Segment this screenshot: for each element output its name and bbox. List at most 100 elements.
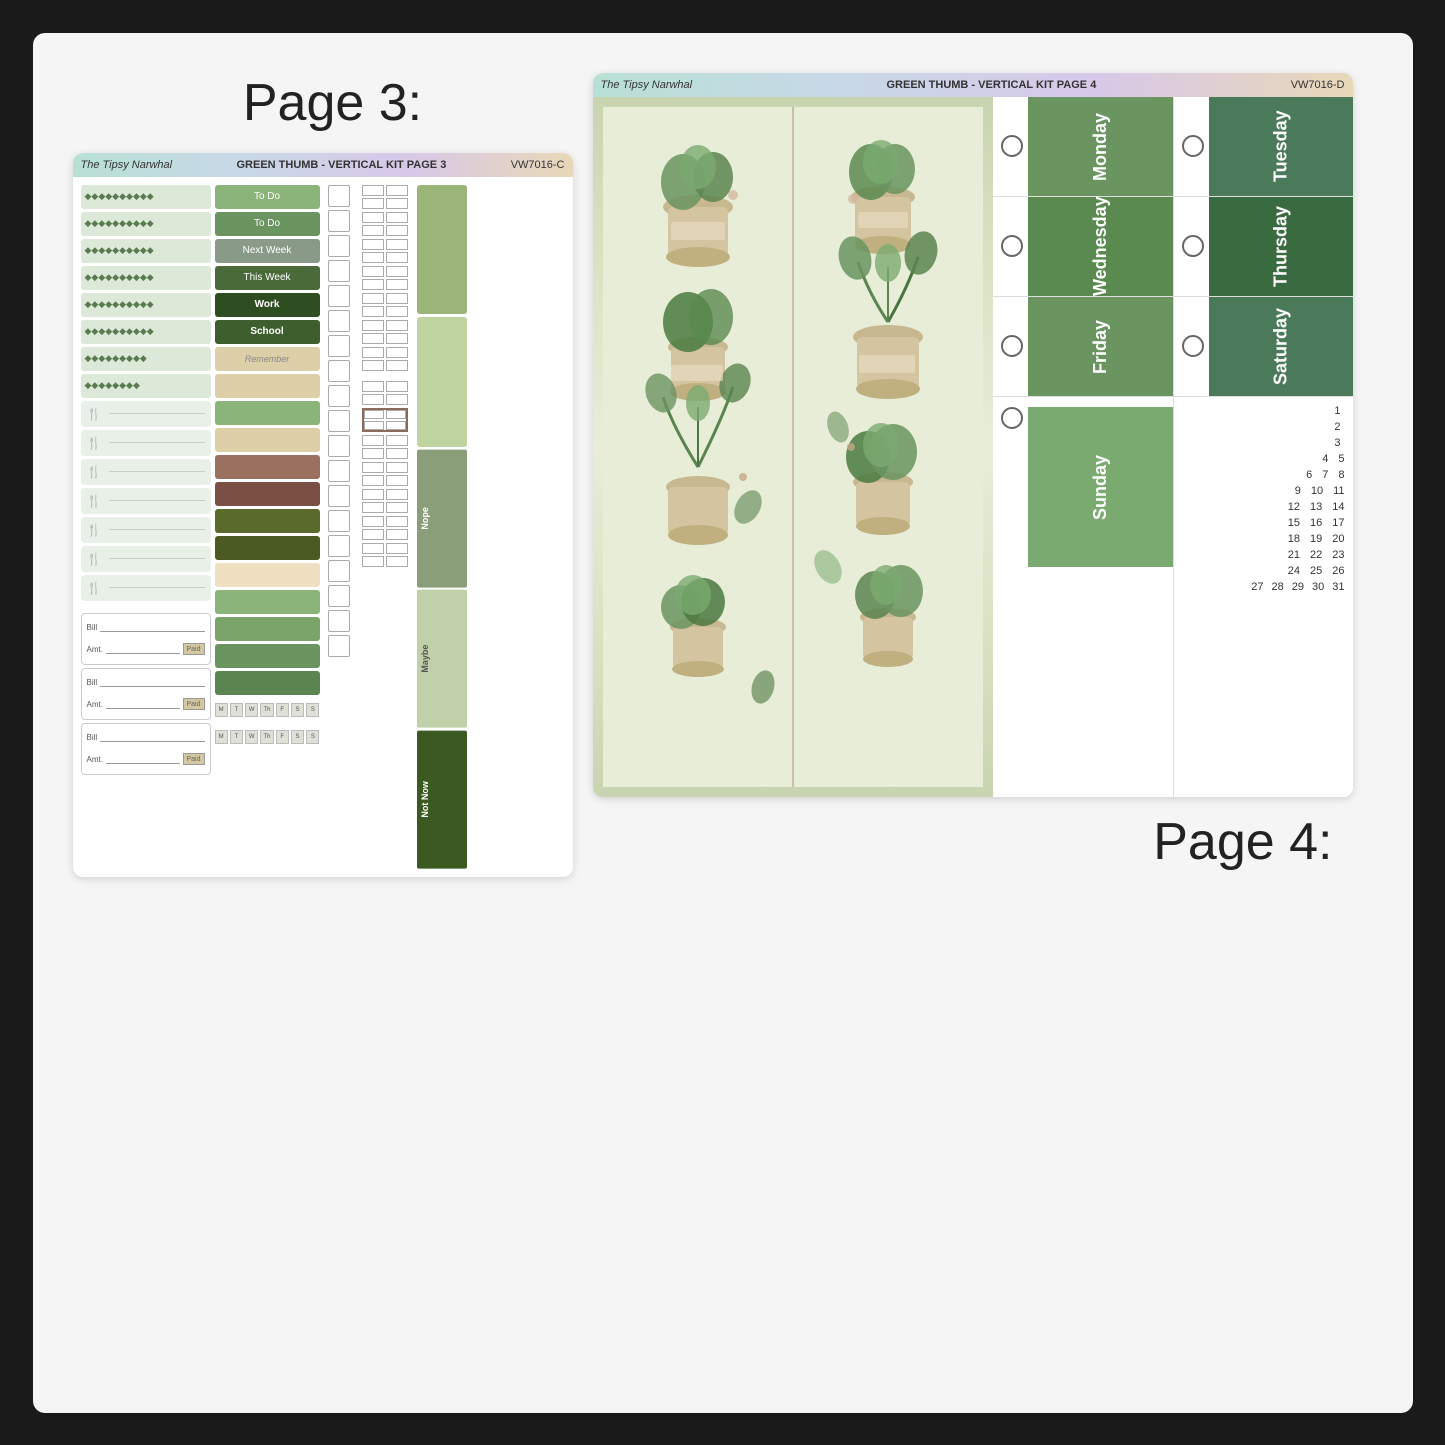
friday-label: Friday: [1028, 297, 1173, 396]
row-sun-cal: Sunday 1 2 3 45: [993, 397, 1353, 797]
main-container: Page 3: The Tipsy Narwhal GREEN THUMB - …: [33, 33, 1413, 1413]
thursday-label: Thursday: [1209, 197, 1353, 296]
page3-body: ◆◆◆◆◆◆◆◆◆◆ ◆◆◆◆◆◆◆◆◆◆ ◆◆◆◆◆◆◆◆◆◆ ◆◆◆◆◆◆◆…: [73, 177, 573, 877]
label-brown-2: [215, 482, 320, 506]
wednesday-label: Wednesday: [1028, 197, 1173, 296]
page3-sheet: The Tipsy Narwhal GREEN THUMB - VERTICAL…: [73, 153, 573, 877]
grid-cb-11: [362, 489, 408, 513]
fork-row-5: 🍴: [81, 517, 211, 543]
label-olive-1: [215, 509, 320, 533]
page3-title: Page 3:: [243, 73, 422, 133]
sunday-cell: Sunday: [993, 397, 1173, 797]
cal-row-7: 121314: [1182, 501, 1345, 513]
label-green-5: [215, 671, 320, 695]
droplet-row-6: ◆◆◆◆◆◆◆◆◆◆: [81, 320, 211, 344]
mini-calendar: 1 2 3 45 678 91011: [1173, 397, 1353, 797]
friday-cell: Friday: [993, 297, 1173, 397]
monday-cell: Monday: [993, 97, 1173, 197]
checkbox-6: [328, 310, 350, 332]
label-cream: [215, 563, 320, 587]
botanical-illustration: [593, 97, 993, 797]
row-mon-tue: Monday Tuesday: [993, 97, 1353, 197]
wednesday-cell: Wednesday: [993, 197, 1173, 297]
monday-circle: [1001, 135, 1023, 157]
col-single-checkboxes: [324, 185, 354, 869]
fork-row-4: 🍴: [81, 488, 211, 514]
droplet-row-8: ◆◆◆◆◆◆◆◆: [81, 374, 211, 398]
checkbox-3: [328, 235, 350, 257]
wednesday-circle: [1001, 235, 1023, 257]
checkbox-19: [328, 635, 350, 657]
label-green-l-1: [215, 401, 320, 425]
grid-cb-10: [362, 462, 408, 486]
cal-row-1: 1: [1182, 405, 1345, 417]
saturday-cell: Saturday: [1173, 297, 1353, 397]
label-tan-2: [215, 428, 320, 452]
friday-circle: [1001, 335, 1023, 357]
cal-row-9: 181920: [1182, 533, 1345, 545]
calendar-numbers: 1 2 3 45 678 91011: [1182, 405, 1345, 593]
sunday-circle: [1001, 407, 1023, 429]
col-grid-checkboxes: [358, 185, 413, 869]
label-work: Work: [215, 293, 320, 317]
label-olive-2: [215, 536, 320, 560]
tuesday-cell: Tuesday: [1173, 97, 1353, 197]
droplet-row-2: ◆◆◆◆◆◆◆◆◆◆: [81, 212, 211, 236]
label-next-week: Next Week: [215, 239, 320, 263]
page4-sheet: The Tipsy Narwhal GREEN THUMB - VERTICAL…: [593, 73, 1353, 797]
checkbox-18: [328, 610, 350, 632]
page3-section: Page 3: The Tipsy Narwhal GREEN THUMB - …: [73, 73, 593, 877]
bill-sticker-2: Bill Amt. Paid: [81, 668, 211, 720]
checkbox-16: [328, 560, 350, 582]
sunday-label: Sunday: [1028, 407, 1173, 567]
page4-header: The Tipsy Narwhal GREEN THUMB - VERTICAL…: [593, 73, 1353, 97]
sticker-nope: Nope: [417, 450, 467, 588]
droplet-row-7: ◆◆◆◆◆◆◆◆◆: [81, 347, 211, 371]
grid-cb-8: [362, 381, 408, 405]
saturday-circle: [1182, 335, 1204, 357]
col-vertical-stickers: Nope Maybe Not Now: [417, 185, 467, 869]
checkbox-9: [328, 385, 350, 407]
checkbox-2: [328, 210, 350, 232]
droplet-row-5: ◆◆◆◆◆◆◆◆◆◆: [81, 293, 211, 317]
grid-cb-13: [362, 543, 408, 567]
fork-row-7: 🍴: [81, 575, 211, 601]
checkbox-14: [328, 510, 350, 532]
saturday-label: Saturday: [1209, 297, 1353, 396]
label-green-4: [215, 644, 320, 668]
grid-cb-4: [362, 266, 408, 290]
label-tan-1: [215, 374, 320, 398]
label-sage-1: [215, 590, 320, 614]
droplet-row-3: ◆◆◆◆◆◆◆◆◆◆: [81, 239, 211, 263]
grid-cb-12: [362, 516, 408, 540]
cal-row-2: 2: [1182, 421, 1345, 433]
checkbox-1: [328, 185, 350, 207]
bill-sticker-1: Bill Amt. Paid: [81, 613, 211, 665]
monday-label: Monday: [1028, 97, 1173, 196]
cal-row-8: 151617: [1182, 517, 1345, 529]
grid-cb-2: [362, 212, 408, 236]
fork-row-6: 🍴: [81, 546, 211, 572]
label-green-3: [215, 617, 320, 641]
sticker-maybe: Maybe: [417, 590, 467, 728]
fork-row-1: 🍴: [81, 401, 211, 427]
fork-row-3: 🍴: [81, 459, 211, 485]
label-this-week: This Week: [215, 266, 320, 290]
droplet-row-4: ◆◆◆◆◆◆◆◆◆◆: [81, 266, 211, 290]
grid-cb-brown-1: [362, 408, 408, 432]
tuesday-circle: [1182, 135, 1204, 157]
thursday-circle: [1182, 235, 1204, 257]
checkbox-7: [328, 335, 350, 357]
sticker-not-now: Not Now: [417, 731, 467, 869]
days-calendar-section: Monday Tuesday Wednesday: [993, 97, 1353, 797]
page4-title: Page 4:: [1153, 812, 1372, 872]
page4-code: VW7016-D: [1291, 79, 1345, 91]
label-todo1: To Do: [215, 185, 320, 209]
grid-cb-3: [362, 239, 408, 263]
cal-row-4: 45: [1182, 453, 1345, 465]
label-school: School: [215, 320, 320, 344]
checkbox-12: [328, 460, 350, 482]
page4-section: The Tipsy Narwhal GREEN THUMB - VERTICAL…: [593, 73, 1373, 872]
grid-cb-5: [362, 293, 408, 317]
fork-row-2: 🍴: [81, 430, 211, 456]
